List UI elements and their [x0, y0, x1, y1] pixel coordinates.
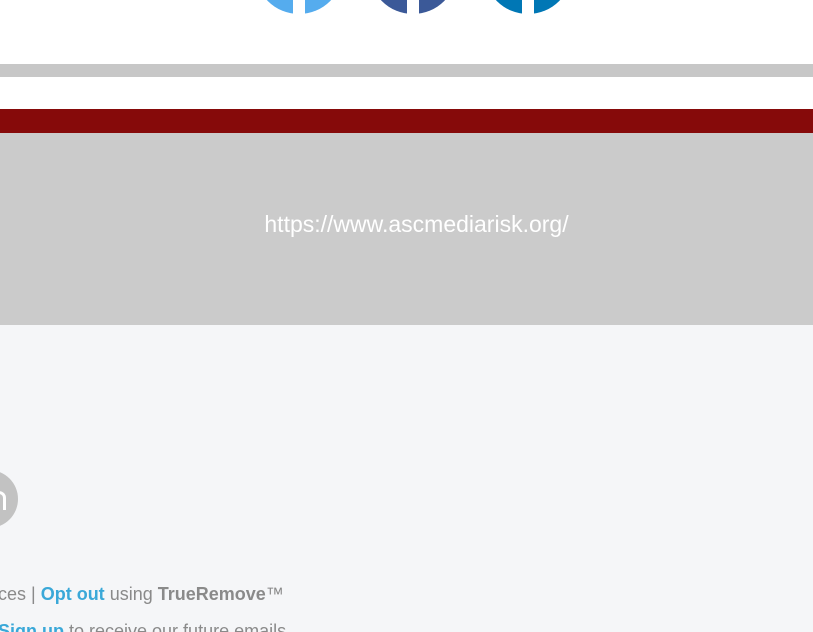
- twitter-icon[interactable]: [255, 0, 343, 14]
- footer: ces | Opt out using TrueRemove™ Sign up …: [0, 325, 813, 632]
- social-icons-row: [0, 0, 813, 64]
- footer-signup-line: Sign up to receive our future emails: [0, 621, 286, 632]
- twitter-glyph: [293, 0, 305, 14]
- spacer-band: [0, 77, 813, 109]
- facebook-icon[interactable]: [369, 0, 457, 14]
- footer-line1-middle: using: [104, 584, 158, 604]
- footer-unsubscribe-line: ces | Opt out using TrueRemove™: [0, 584, 284, 605]
- trademark-symbol: ™: [265, 584, 284, 604]
- email-page: https://www.ascmediarisk.org/ ces | Opt …: [0, 0, 813, 632]
- footer-line2-suffix: to receive our future emails: [64, 621, 287, 632]
- linkedin-glyph: [522, 0, 534, 14]
- trueremove-brand: TrueRemove: [157, 584, 266, 604]
- footer-icon-glyph: [0, 491, 6, 510]
- url-banner: https://www.ascmediarisk.org/: [0, 133, 813, 325]
- footer-social-icon[interactable]: [0, 470, 18, 528]
- gray-divider: [0, 64, 813, 77]
- footer-line1-prefix: ces |: [0, 584, 41, 604]
- linkedin-icon[interactable]: [484, 0, 572, 14]
- brand-red-band: [0, 109, 813, 133]
- sign-up-link[interactable]: Sign up: [0, 621, 64, 632]
- website-link[interactable]: https://www.ascmediarisk.org/: [264, 211, 568, 238]
- opt-out-link[interactable]: Opt out: [41, 584, 105, 604]
- facebook-glyph: [407, 0, 419, 14]
